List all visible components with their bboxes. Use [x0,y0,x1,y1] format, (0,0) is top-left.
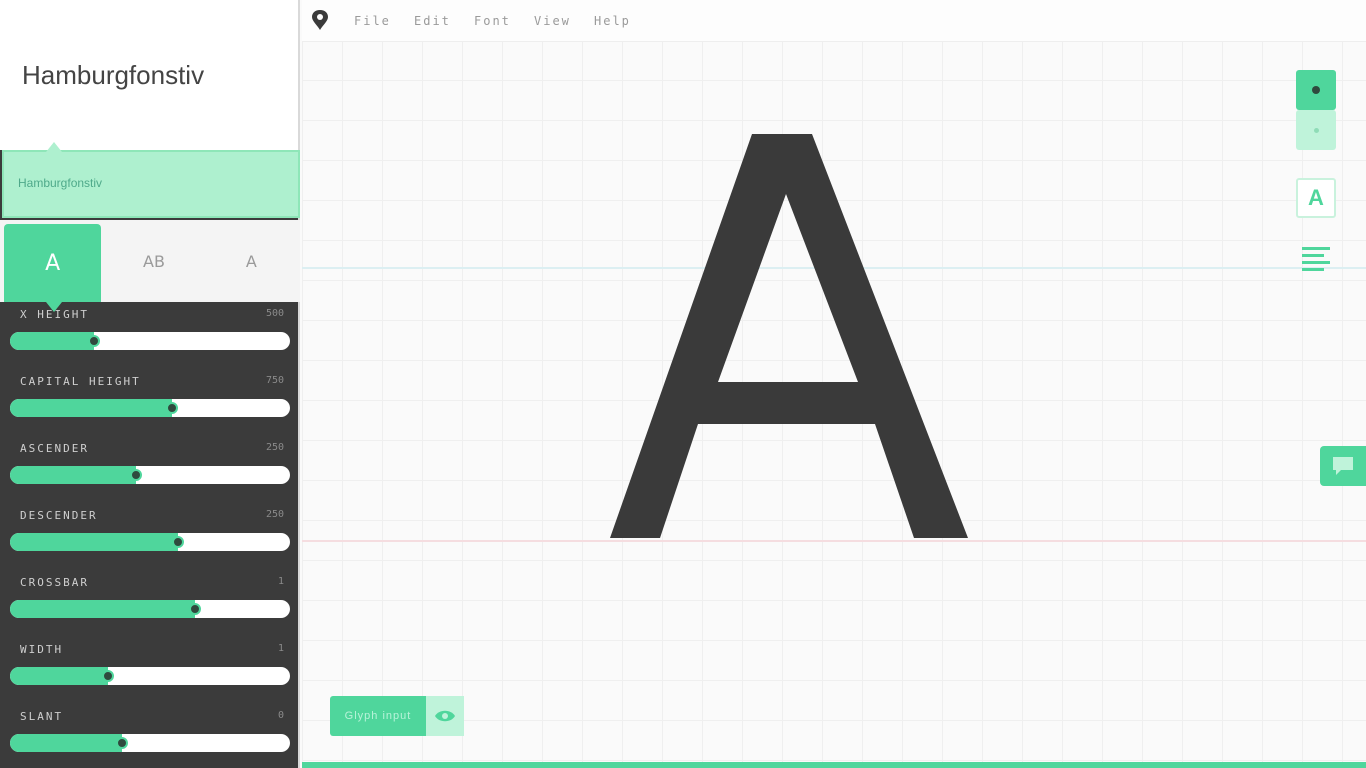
slider-label: WIDTH [20,643,64,656]
glyph-mode-icon: A [45,250,61,276]
slider-crossbar: CROSSBAR 1 [10,542,290,618]
words-mode-icon: AB [143,251,165,271]
eye-icon [435,710,455,722]
slider-label: SLANT [20,710,64,723]
slider-label: X HEIGHT [20,308,89,321]
slider-label: CROSSBAR [20,576,89,589]
app-root: Hamburgfonstiv Hamburgfonstiv A AB A X H… [0,0,1366,768]
slider-value[interactable]: 1 [278,643,284,654]
eye-button[interactable] [426,696,464,736]
font-name-field[interactable]: Hamburgfonstiv [2,142,300,218]
glyph-input-button[interactable]: Glyph input [330,696,426,736]
slider-x-height: X HEIGHT 500 [10,274,290,350]
slider-label: ASCENDER [20,442,89,455]
chat-bubble-icon [1333,457,1353,475]
glyph-character: A [600,130,601,131]
glyph-view-icon: A [1308,185,1324,210]
slider-value[interactable]: 250 [266,442,284,453]
glyph-view-button[interactable]: A [1296,178,1336,218]
feedback-button[interactable] [1320,446,1366,486]
font-name-text: Hamburgfonstiv [18,176,103,190]
slider-value[interactable]: 0 [278,710,284,721]
zoom-out-button[interactable] [1296,110,1336,150]
menu-file[interactable]: File [354,14,391,28]
menu-bar: File Edit Font View Help [302,0,1366,42]
slider-value[interactable]: 500 [266,308,284,319]
slider-width: WIDTH 1 [10,609,290,685]
menu-help[interactable]: Help [594,14,631,28]
slider-fill [10,734,122,752]
prototypo-logo-icon[interactable] [312,10,328,30]
list-view-icon [1302,247,1330,271]
zoom-out-icon [1313,127,1319,133]
slider-capital-height: CAPITAL HEIGHT 750 [10,341,290,417]
glyph-input-panel: Glyph input [330,696,464,736]
menu-view[interactable]: View [534,14,571,28]
slider-value[interactable]: 250 [266,509,284,520]
slider-track[interactable] [10,734,290,752]
slider-value[interactable]: 1 [278,576,284,587]
slider-ascender: ASCENDER 250 [10,408,290,484]
slider-slant: SLANT 0 [10,676,290,752]
slider-label: DESCENDER [20,509,98,522]
slider-label: CAPITAL HEIGHT [20,375,141,388]
font-title: Hamburgfonstiv [22,60,205,90]
bottom-accent-bar [302,762,1366,768]
menu-edit[interactable]: Edit [414,14,451,28]
parameter-sliders: X HEIGHT 500 CAPITAL HEIGHT 750 ASCENDER 250 D… [0,302,300,768]
list-view-button[interactable] [1296,238,1336,278]
slider-descender: DESCENDER 250 [10,475,290,551]
field-pointer [46,142,62,152]
slider-handle[interactable] [116,737,128,749]
slider-value[interactable]: 750 [266,375,284,386]
title-area: Hamburgfonstiv [0,0,298,150]
glyph-outline-a[interactable]: A [600,130,980,542]
sidebar: Hamburgfonstiv Hamburgfonstiv A AB A X H… [0,0,300,768]
zoom-in-icon [1312,86,1320,94]
menu-font[interactable]: Font [474,14,511,28]
zoom-in-button[interactable] [1296,70,1336,110]
style-mode-icon: A [245,251,257,271]
